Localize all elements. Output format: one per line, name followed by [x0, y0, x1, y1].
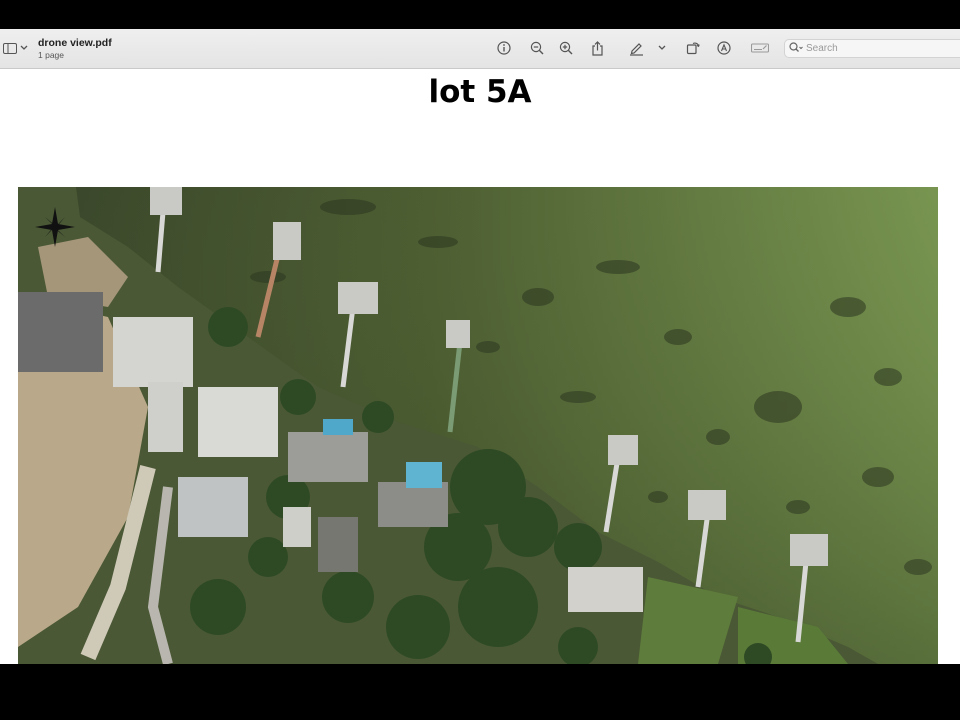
- sidebar-menu-button[interactable]: [14, 38, 34, 58]
- screen-top-bar: [0, 0, 960, 29]
- pdf-page: lot 5A: [0, 69, 960, 664]
- page-heading: lot 5A: [428, 74, 532, 110]
- rotate-icon: [686, 41, 700, 55]
- rotate-button[interactable]: [683, 38, 703, 58]
- share-icon: [591, 40, 604, 56]
- document-title: drone view.pdf: [38, 37, 112, 49]
- share-button[interactable]: [587, 38, 607, 58]
- highlight-menu-button[interactable]: [652, 38, 672, 58]
- search-field[interactable]: [784, 39, 960, 58]
- chevron-down-icon: [658, 45, 666, 51]
- screen-bottom-bar: [0, 664, 960, 720]
- preview-toolbar: drone view.pdf 1 page: [0, 29, 960, 69]
- form-fill-icon: [751, 42, 769, 54]
- search-icon: [789, 40, 803, 58]
- zoom-in-button[interactable]: [556, 38, 576, 58]
- markup-icon: [717, 41, 731, 55]
- zoom-in-icon: [559, 41, 573, 55]
- chevron-down-icon: [20, 45, 28, 51]
- highlight-button[interactable]: [626, 38, 646, 58]
- highlight-pen-icon: [629, 41, 644, 56]
- page-count: 1 page: [38, 50, 64, 60]
- markup-button[interactable]: [714, 38, 734, 58]
- info-button[interactable]: [494, 38, 514, 58]
- zoom-out-button[interactable]: [527, 38, 547, 58]
- search-input[interactable]: [803, 43, 946, 54]
- info-icon: [497, 41, 511, 55]
- zoom-out-icon: [530, 41, 544, 55]
- aerial-photo: [18, 187, 938, 664]
- form-fill-button[interactable]: [750, 38, 770, 58]
